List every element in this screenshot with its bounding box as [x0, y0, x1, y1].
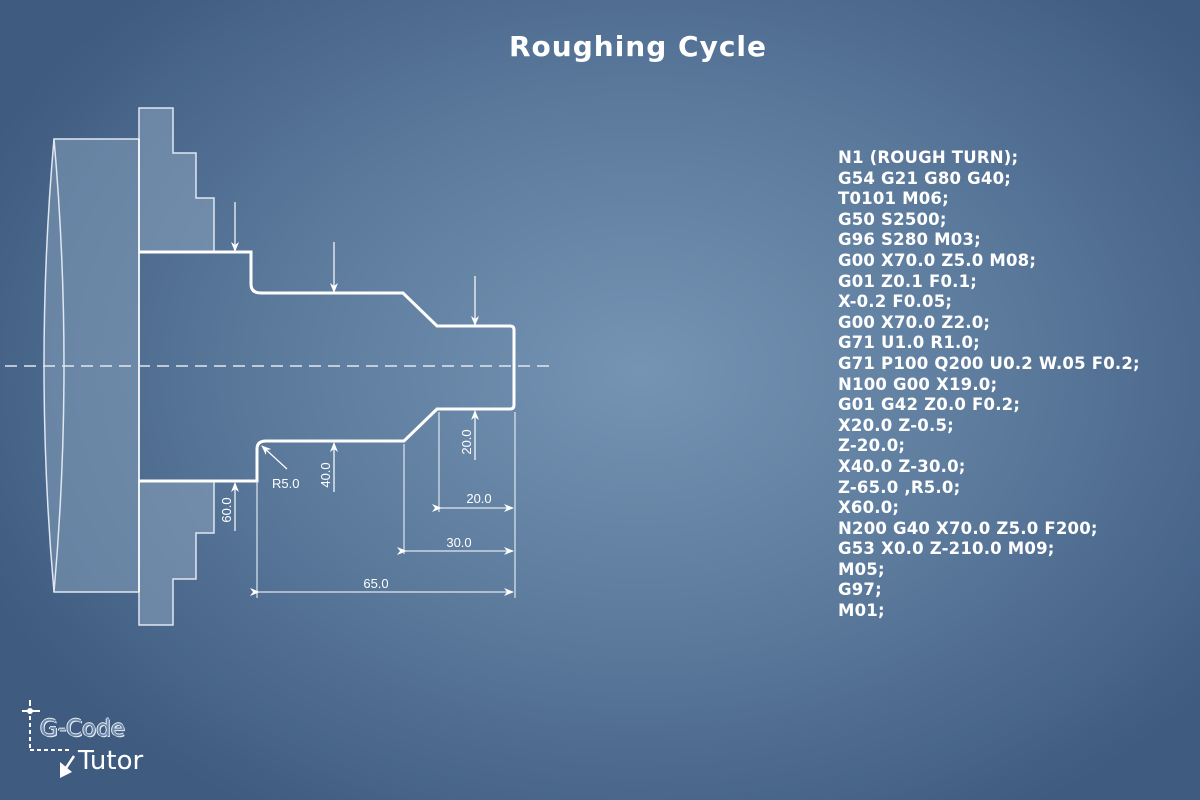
- dim-label-dia20: 20.0: [459, 429, 474, 454]
- dim-label-radius: R5.0: [272, 476, 299, 491]
- chuck-jaw-lower: [138, 480, 215, 626]
- gcode-tutor-logo: G-Code Tutor: [18, 698, 168, 788]
- arrow-radius: [261, 445, 288, 470]
- part-profile-upper: [139, 250, 516, 366]
- dim-label-len30: 30.0: [446, 535, 471, 550]
- logo-text-gcode: G-Code: [40, 716, 126, 742]
- dim-label-dia60: 60.0: [219, 497, 234, 522]
- lathe-part-drawing: 60.0 40.0 20.0 R5.0 20.0 30.0 65.0: [5, 107, 550, 626]
- dim-label-len65: 65.0: [363, 576, 388, 591]
- dim-label-dia40: 40.0: [318, 462, 333, 487]
- chuck-jaw-upper: [138, 107, 215, 253]
- dim-label-len20: 20.0: [466, 491, 491, 506]
- logo-text-tutor: Tutor: [78, 746, 144, 776]
